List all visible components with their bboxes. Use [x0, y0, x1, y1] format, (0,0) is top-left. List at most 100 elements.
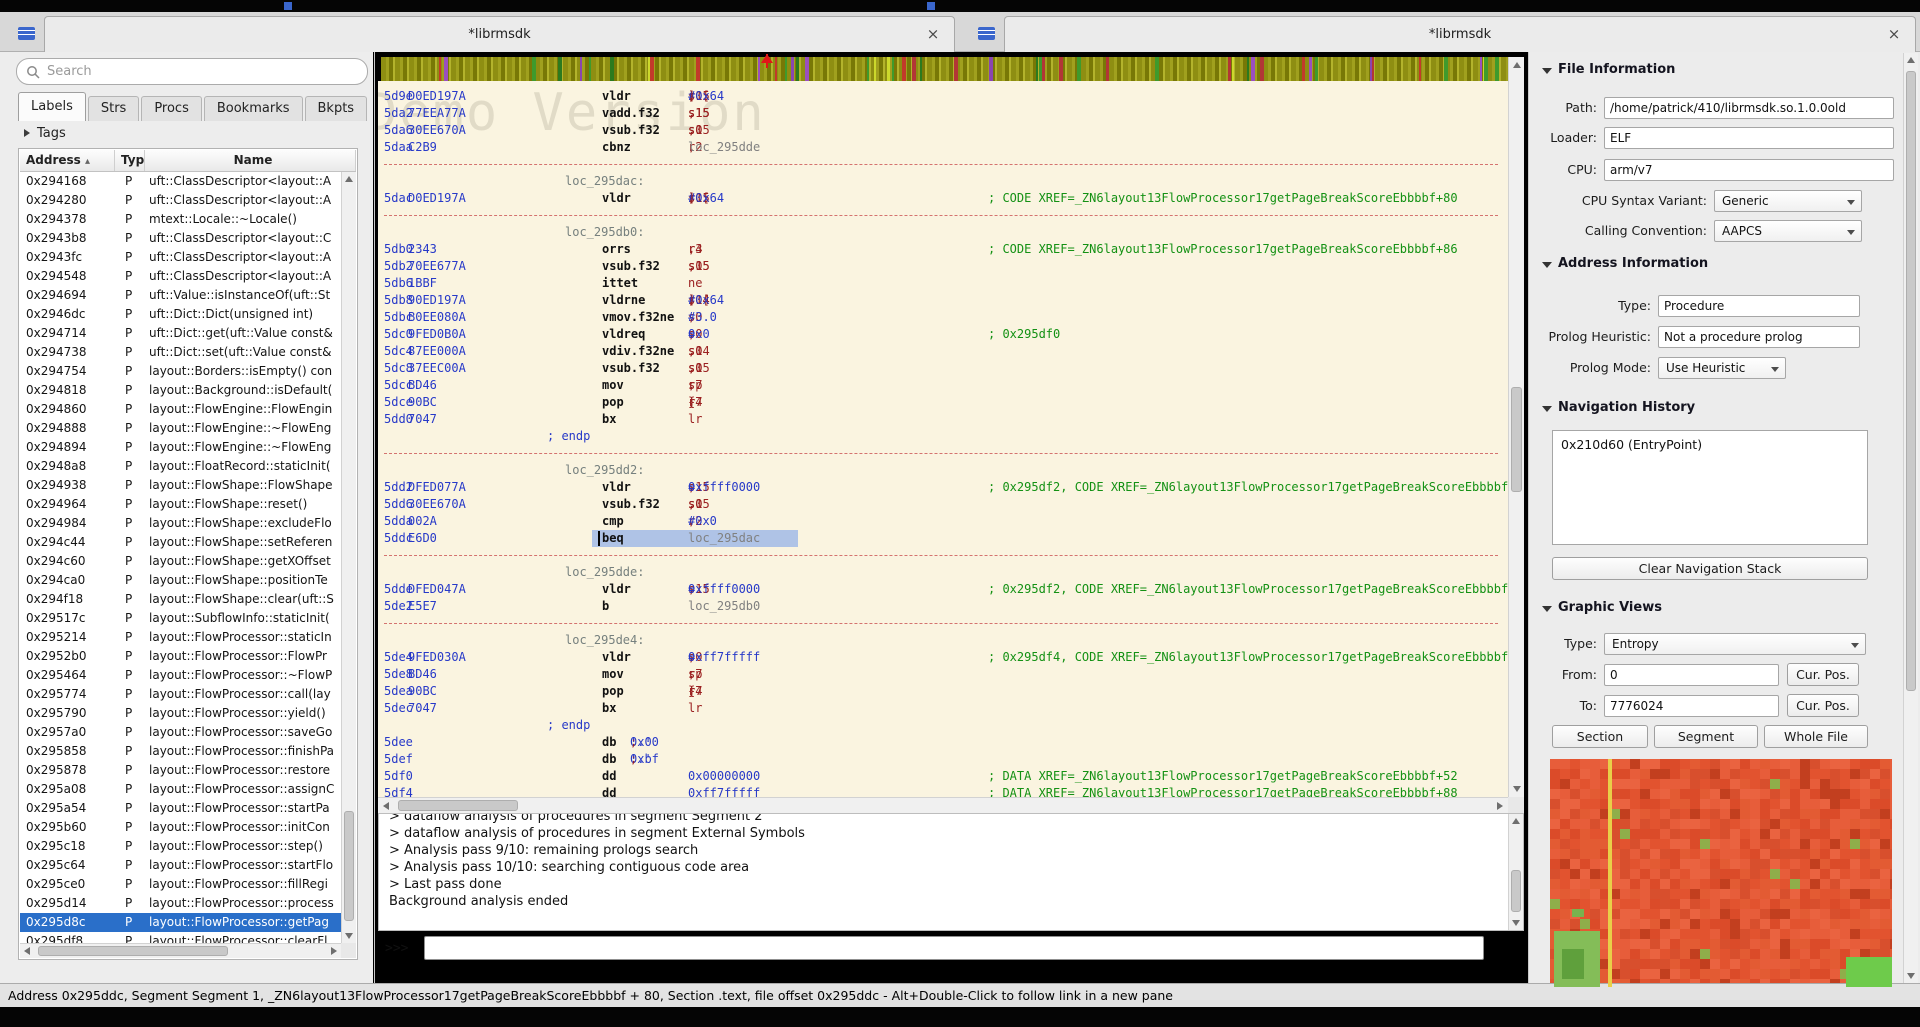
close-icon[interactable]: × [1885, 26, 1903, 44]
section-file-information[interactable]: File Information [1542, 62, 1675, 78]
asm-line-5dbc[interactable]: 5dbc B0EE080A vmov.f32ne s0, #3.0 [378, 309, 1508, 326]
scroll-left-icon[interactable] [24, 947, 30, 955]
asm-line-5da6[interactable]: 5da6 30EE670A vsub.f32 s0, s0, s15 [378, 122, 1508, 139]
navigation-history-item[interactable]: 0x210d60 (EntryPoint) [1561, 437, 1702, 452]
label-row[interactable]: 0x295858 Playout::FlowProcessor::finishPa [20, 742, 341, 761]
scrollbar-thumb[interactable] [344, 811, 354, 921]
label-row[interactable]: 0x294964 Playout::FlowShape::reset() [20, 495, 341, 514]
asm-line-5dd2[interactable]: 5dd2 DFED077A vldr s15, = 0xffff0000; 0x295… [378, 479, 1508, 496]
label-row[interactable]: 0x294714 Puft::Dict::get(uft::Value const… [20, 324, 341, 343]
analysis-log[interactable]: > dataflow analysis of procedures in seg… [378, 813, 1524, 931]
label-row[interactable]: 0x294c60 Playout::FlowShape::getXOffset [20, 552, 341, 571]
label-row[interactable]: 0x294754 Playout::Borders::isEmpty() con [20, 362, 341, 381]
sidebar-tab-labels[interactable]: Labels [18, 92, 86, 121]
label-row[interactable]: 0x29517c Playout::SubflowInfo::staticInit… [20, 609, 341, 628]
asm-line-5dec[interactable]: 5dec 7047 bx lr [378, 700, 1508, 717]
asm-label-line[interactable]: loc_295dd2: [378, 462, 1508, 479]
section-button[interactable]: Section [1552, 725, 1648, 748]
sidebar-tab-bookmarks[interactable]: Bookmarks [203, 96, 303, 121]
asm-line-5dac[interactable]: 5dac D0ED197A vldr s15, [r0, #0x64]; CODE X… [378, 190, 1508, 207]
asm-line-5dc4[interactable]: 5dc4 87EE000A vdiv.f32ne s0, s14, s0 [378, 343, 1508, 360]
label-row[interactable]: 0x294984 Playout::FlowShape::excludeFlo [20, 514, 341, 533]
asm-line-5d9e[interactable]: 5d9e D0ED197A vldr s15, [r0, #0x64] [378, 88, 1508, 105]
scroll-down-icon[interactable] [1907, 973, 1915, 979]
pane-icon[interactable] [18, 27, 35, 40]
label-row[interactable]: 0x295b60 Playout::FlowProcessor::initCon [20, 818, 341, 837]
log-vertical-scrollbar[interactable] [1508, 814, 1523, 930]
close-icon[interactable]: × [924, 26, 942, 44]
asm-line-5db8[interactable]: 5db8 90ED197A vldrne s14, [r0, #0x64] [378, 292, 1508, 309]
cpu-syntax-select[interactable]: Generic [1714, 189, 1862, 212]
sidebar-tab-bkpts[interactable]: Bkpts [304, 96, 368, 121]
to-cur-pos-button[interactable]: Cur. Pos. [1787, 694, 1859, 717]
label-row[interactable]: 0x295c18 Playout::FlowProcessor::step() [20, 837, 341, 856]
whole-file-button[interactable]: Whole File [1764, 725, 1868, 748]
label-row[interactable]: 0x294ca0 Playout::FlowShape::positionTe [20, 571, 341, 590]
asm-line-5dd6[interactable]: 5dd6 30EE670A vsub.f32 s0, s0, s15 [378, 496, 1508, 513]
label-row[interactable]: 0x2943fc Puft::ClassDescriptor<layout::A [20, 248, 341, 267]
address-type-input[interactable] [1658, 294, 1860, 317]
label-row[interactable]: 0x295a54 Playout::FlowProcessor::startPa [20, 799, 341, 818]
calling-convention-select[interactable]: AAPCS [1714, 219, 1862, 242]
listing-vertical-scrollbar[interactable] [1508, 57, 1524, 797]
label-row[interactable]: 0x294c44 Playout::FlowShape::setReferen [20, 533, 341, 552]
label-row[interactable]: 0x294378 Pmtext::Locale::~Locale() [20, 210, 341, 229]
label-row[interactable]: 0x295878 Playout::FlowProcessor::restore [20, 761, 341, 780]
label-row[interactable]: 0x294548 Puft::ClassDescriptor<layout::A [20, 267, 341, 286]
segment-navigation-strip[interactable] [381, 54, 1508, 81]
labels-horizontal-scrollbar[interactable] [20, 943, 341, 958]
graphic-type-select[interactable]: Entropy [1604, 632, 1866, 655]
label-row[interactable]: 0x295a08 Playout::FlowProcessor::assignC [20, 780, 341, 799]
from-input[interactable] [1604, 663, 1779, 686]
label-row[interactable]: 0x295ce0 Playout::FlowProcessor::fillRegi [20, 875, 341, 894]
scrollbar-thumb[interactable] [1906, 71, 1916, 691]
scroll-down-icon[interactable] [345, 933, 353, 939]
asm-line-5dee[interactable]: 5dee db 0x00 ; '.' [378, 734, 1508, 751]
asm-line-5db6[interactable]: 5db6 1BBF ittet ne [378, 275, 1508, 292]
asm-line-5dd0[interactable]: 5dd0 7047 bx lr [378, 411, 1508, 428]
asm-line-5dcc[interactable]: 5dcc BD46 mov sp, r7 [378, 377, 1508, 394]
path-input[interactable] [1604, 96, 1894, 119]
scroll-down-icon[interactable] [1513, 786, 1521, 792]
from-cur-pos-button[interactable]: Cur. Pos. [1787, 663, 1859, 686]
label-row[interactable]: 0x2948a8 Playout::FloatRecord::staticInit… [20, 457, 341, 476]
label-row[interactable]: 0x294818 Playout::Background::isDefault( [20, 381, 341, 400]
cpu-input[interactable] [1604, 158, 1894, 181]
labels-vertical-scrollbar[interactable] [341, 172, 356, 943]
scroll-up-icon[interactable] [1513, 62, 1521, 68]
scroll-down-icon[interactable] [1512, 920, 1520, 926]
segment-button[interactable]: Segment [1654, 725, 1758, 748]
tags-expander[interactable]: Tags [24, 126, 66, 144]
inspector-vertical-scrollbar[interactable] [1903, 53, 1918, 983]
scroll-right-icon[interactable] [1497, 802, 1503, 810]
asm-line-5dc8[interactable]: 5dc8 37EEC00A vsub.f32 s0, s15, s0 [378, 360, 1508, 377]
document-tab-1[interactable]: *librmsdk × [44, 16, 955, 52]
scroll-up-icon[interactable] [345, 176, 353, 182]
section-navigation-history[interactable]: Navigation History [1542, 400, 1695, 416]
asm-line-5df4[interactable]: 5df4 dd 0xff7fffff; DATA XREF=_ZN6layout13… [378, 785, 1508, 797]
disassembly-view[interactable]: Demo Version 5d9e D0ED197A vldr s15, [r0, #… [378, 81, 1508, 797]
asm-line-5def[interactable]: 5def db 0xbf ; '.' [378, 751, 1508, 768]
scrollbar-thumb[interactable] [38, 946, 228, 956]
to-input[interactable] [1604, 694, 1779, 717]
asm-label-line[interactable]: loc_295dde: [378, 564, 1508, 581]
section-graphic-views[interactable]: Graphic Views [1542, 600, 1662, 616]
splitter[interactable] [374, 52, 375, 983]
asm-line-5ddc[interactable]: 5ddc E6D0 beq loc_295dac [378, 530, 1508, 547]
label-row[interactable]: 0x294f18 Playout::FlowShape::clear(uft::S [20, 590, 341, 609]
label-row[interactable]: 0x2943b8 Puft::ClassDescriptor<layout::C [20, 229, 341, 248]
scrollbar-thumb[interactable] [1511, 387, 1522, 492]
asm-line-5dde[interactable]: 5dde DFED047A vldr s15, = 0xffff0000; 0x295… [378, 581, 1508, 598]
scrollbar-thumb[interactable] [1511, 870, 1521, 912]
label-row[interactable]: 0x295214 Playout::FlowProcessor::staticIn [20, 628, 341, 647]
label-row[interactable]: 0x295774 Playout::FlowProcessor::call(lay [20, 685, 341, 704]
column-header-type[interactable]: Type [115, 150, 145, 171]
column-header-name[interactable]: Name [145, 150, 356, 171]
labels-table-header[interactable]: Address ▴ Type Name [20, 150, 356, 172]
label-row[interactable]: 0x294694 Puft::Value::isInstanceOf(uft::S… [20, 286, 341, 305]
asm-line-5dce[interactable]: 5dce 90BC pop{r4, r7} [378, 394, 1508, 411]
search-input[interactable] [47, 61, 357, 82]
console-input[interactable] [424, 936, 1484, 960]
asm-line-5db2[interactable]: 5db2 70EE677A vsub.f32 s15, s0, s15 [378, 258, 1508, 275]
asm-line-5da2[interactable]: 5da2 77EEA77A vadd.f32 s15, s15, s15 [378, 105, 1508, 122]
